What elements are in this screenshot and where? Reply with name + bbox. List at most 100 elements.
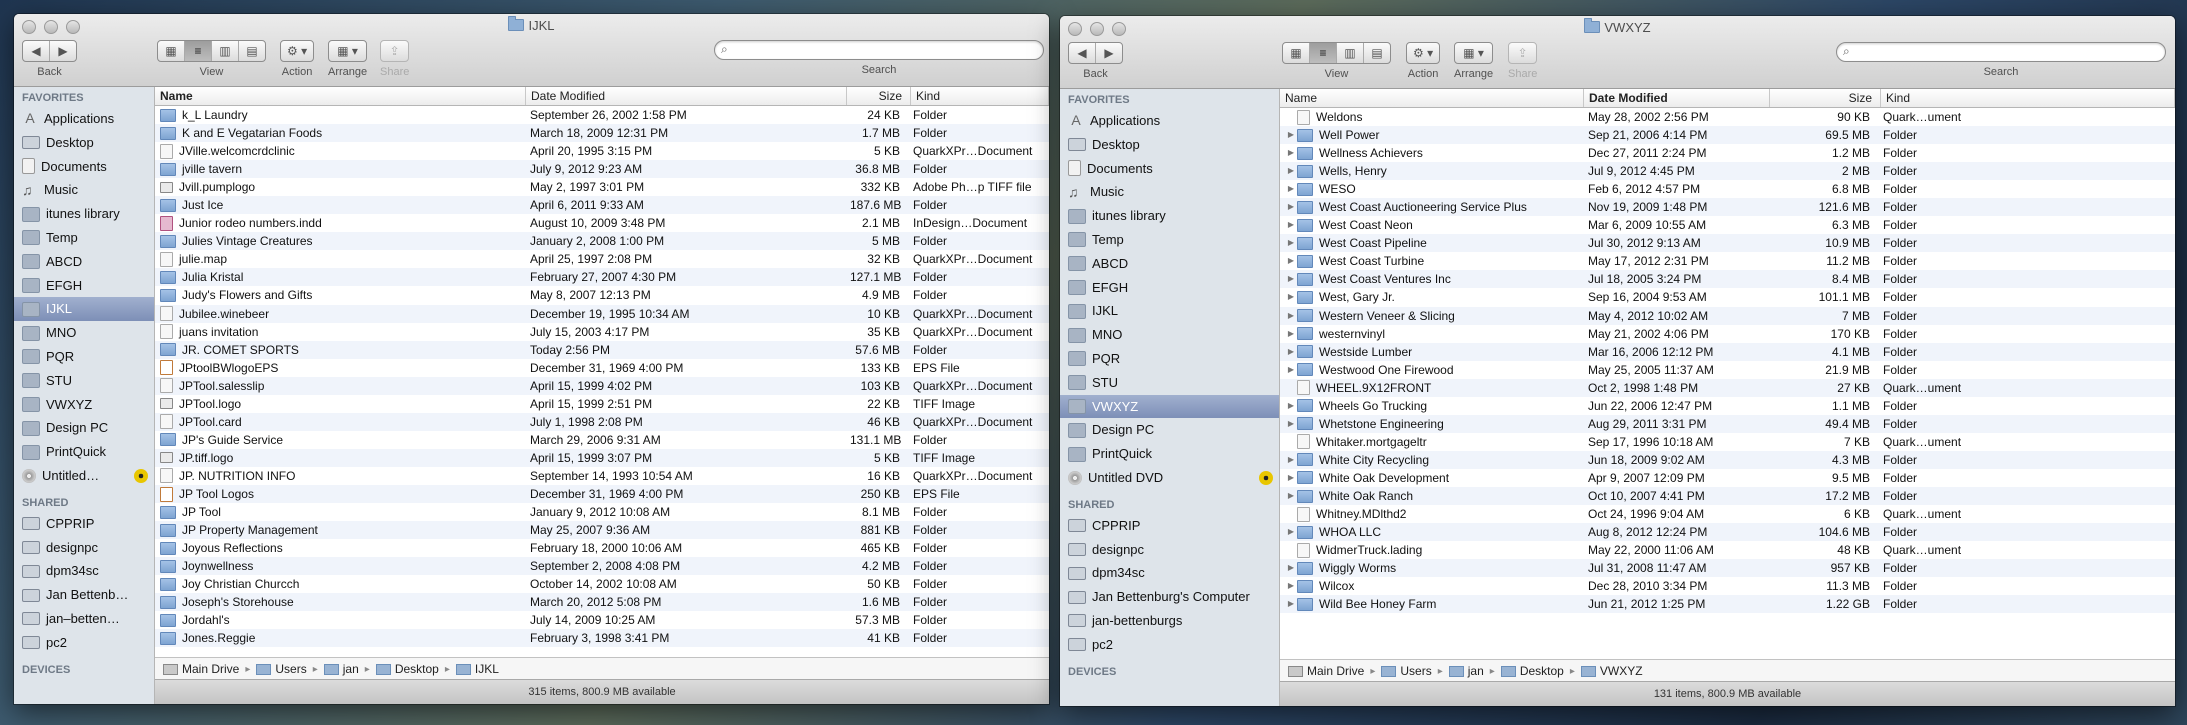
- table-row[interactable]: juans invitation July 15, 2003 4:17 PM 35 …: [155, 323, 1049, 341]
- table-row[interactable]: ▶ Wheels Go Trucking Jun 22, 2006 12:47 PM…: [1280, 397, 2175, 415]
- sidebar-item[interactable]: PrintQuick: [1060, 442, 1279, 466]
- action-button[interactable]: ⚙ ▾: [1406, 42, 1441, 64]
- column-view-icon[interactable]: ▥: [1337, 43, 1364, 63]
- arrange-button[interactable]: ▦ ▾: [1454, 42, 1494, 64]
- table-row[interactable]: ▶ White Oak Ranch Oct 10, 2007 4:41 PM 17.2…: [1280, 486, 2175, 506]
- disclosure-triangle-icon[interactable]: ▶: [1285, 126, 1297, 144]
- table-row[interactable]: Joynwellness September 2, 2008 4:08 PM 4.2…: [155, 557, 1049, 576]
- table-row[interactable]: Weldons May 28, 2002 2:56 PM 90 KB Quark…um…: [1280, 108, 2175, 126]
- table-row[interactable]: Whitney.MDlthd2 Oct 24, 1996 9:04 AM 6 KB Q…: [1280, 505, 2175, 523]
- table-row[interactable]: ▶ West Coast Pipeline Jul 30, 2012 9:13 AM…: [1280, 234, 2175, 253]
- disclosure-triangle-icon[interactable]: ▶: [1285, 559, 1297, 577]
- sidebar-item[interactable]: ABCD: [1060, 252, 1279, 276]
- sidebar-item[interactable]: A Applications: [1060, 109, 1279, 133]
- sidebar-item[interactable]: A Applications: [14, 107, 154, 131]
- table-row[interactable]: JPTool.logo April 15, 1999 2:51 PM 22 KB TI…: [155, 395, 1049, 413]
- search-input[interactable]: ⌕: [1836, 42, 2166, 62]
- size-column-header[interactable]: Size: [1770, 89, 1881, 107]
- table-row[interactable]: Junior rodeo numbers.indd August 10, 2009…: [155, 214, 1049, 232]
- table-row[interactable]: ▶ Westwood One Firewood May 25, 2005 11:37…: [1280, 361, 2175, 379]
- table-row[interactable]: ▶ West Coast Auctioneering Service Plus No…: [1280, 198, 2175, 217]
- disclosure-triangle-icon[interactable]: ▶: [1285, 469, 1297, 487]
- table-row[interactable]: ▶ Wild Bee Honey Farm Jun 21, 2012 1:25 PM…: [1280, 595, 2175, 614]
- sidebar-item[interactable]: PrintQuick: [14, 440, 154, 464]
- table-row[interactable]: ▶ West Coast Neon Mar 6, 2009 10:55 AM 6.3 …: [1280, 216, 2175, 234]
- table-row[interactable]: JPTool.salesslip April 15, 1999 4:02 PM 10…: [155, 376, 1049, 395]
- sidebar-item[interactable]: VWXYZ: [14, 393, 154, 417]
- list-view-icon[interactable]: ≡: [185, 41, 212, 61]
- sidebar-item[interactable]: pc2: [14, 631, 154, 655]
- sidebar-item[interactable]: Untitled…: [14, 464, 154, 488]
- sidebar-item[interactable]: MNO: [14, 321, 154, 345]
- table-row[interactable]: ▶ Well Power Sep 21, 2006 4:14 PM 69.5 MB Fo…: [1280, 126, 2175, 145]
- sidebar-item[interactable]: EFGH: [1060, 276, 1279, 300]
- breadcrumb-item[interactable]: Users ▸: [1381, 664, 1448, 678]
- coverflow-view-icon[interactable]: ▤: [1364, 43, 1390, 63]
- table-row[interactable]: JP Tool Logos December 31, 1969 4:00 PM 25…: [155, 484, 1049, 504]
- sidebar-item[interactable]: ♫ Music: [1060, 180, 1279, 204]
- back-arrow-icon[interactable]: ◀: [23, 41, 50, 61]
- table-row[interactable]: Whitaker.mortgageltr Sep 17, 1996 10:18 A…: [1280, 433, 2175, 451]
- table-row[interactable]: ▶ Wilcox Dec 28, 2010 3:34 PM 11.3 MB Folder: [1280, 577, 2175, 595]
- sidebar-item[interactable]: IJKL: [14, 297, 154, 322]
- disclosure-triangle-icon[interactable]: ▶: [1285, 415, 1297, 433]
- sidebar-item[interactable]: MNO: [1060, 323, 1279, 347]
- breadcrumb-item[interactable]: Main Drive ▸: [1288, 664, 1381, 678]
- kind-column-header[interactable]: Kind: [1881, 89, 2175, 107]
- table-row[interactable]: ▶ Wells, Henry Jul 9, 2012 4:45 PM 2 MB Fold…: [1280, 162, 2175, 181]
- table-row[interactable]: ▶ WESO Feb 6, 2012 4:57 PM 6.8 MB Folder: [1280, 180, 2175, 198]
- size-column-header[interactable]: Size: [847, 87, 911, 105]
- table-row[interactable]: julie.map April 25, 1997 2:08 PM 32 KB Quar…: [155, 250, 1049, 268]
- action-button[interactable]: ⚙ ▾: [280, 40, 315, 62]
- table-row[interactable]: ▶ westernvinyl May 21, 2002 4:06 PM 170 KB F…: [1280, 325, 2175, 343]
- breadcrumb-item[interactable]: VWXYZ: [1580, 664, 1643, 678]
- icon-view-icon[interactable]: ▦: [158, 41, 185, 61]
- table-row[interactable]: Jvill.pumplogo May 2, 1997 3:01 PM 332 KB A…: [155, 178, 1049, 196]
- table-row[interactable]: Judy's Flowers and Gifts May 8, 2007 12:1…: [155, 286, 1049, 304]
- table-row[interactable]: JPtoolBWlogoEPS December 31, 1969 4:00 PM…: [155, 359, 1049, 377]
- table-row[interactable]: JP.tiff.logo April 15, 1999 3:07 PM 5 KB TI…: [155, 448, 1049, 467]
- table-row[interactable]: Julies Vintage Creatures January 2, 2008 …: [155, 232, 1049, 251]
- sidebar-item[interactable]: itunes library: [14, 202, 154, 226]
- disclosure-triangle-icon[interactable]: ▶: [1285, 361, 1297, 379]
- sidebar-item[interactable]: Documents: [14, 155, 154, 179]
- table-row[interactable]: ▶ West Coast Turbine May 17, 2012 2:31 PM 1…: [1280, 252, 2175, 270]
- sidebar-item[interactable]: itunes library: [1060, 204, 1279, 228]
- table-row[interactable]: Joy Christian Churcch October 14, 2002 10…: [155, 575, 1049, 593]
- sidebar-item[interactable]: dpm34sc: [1060, 561, 1279, 585]
- breadcrumb-item[interactable]: Main Drive ▸: [163, 662, 256, 676]
- sidebar-item[interactable]: designpc: [1060, 538, 1279, 562]
- disclosure-triangle-icon[interactable]: ▶: [1285, 397, 1297, 415]
- table-row[interactable]: JP's Guide Service March 29, 2006 9:31 AM…: [155, 431, 1049, 449]
- name-column-header[interactable]: Name: [155, 87, 526, 105]
- table-row[interactable]: ▶ Western Veneer & Slicing May 4, 2012 10:…: [1280, 306, 2175, 325]
- disclosure-triangle-icon[interactable]: ▶: [1285, 487, 1297, 505]
- sidebar-item[interactable]: Desktop: [1060, 133, 1279, 157]
- table-row[interactable]: Jubilee.winebeer December 19, 1995 10:34 …: [155, 304, 1049, 323]
- icon-view-icon[interactable]: ▦: [1283, 43, 1310, 63]
- sidebar-item[interactable]: Jan Bettenburg's Computer: [1060, 585, 1279, 609]
- disclosure-triangle-icon[interactable]: ▶: [1285, 451, 1297, 469]
- forward-arrow-icon[interactable]: ▶: [1096, 43, 1122, 63]
- table-row[interactable]: ▶ WHOA LLC Aug 8, 2012 12:24 PM 104.6 MB Fol…: [1280, 523, 2175, 542]
- table-row[interactable]: ▶ White Oak Development Apr 9, 2007 12:09 …: [1280, 469, 2175, 487]
- sidebar-item[interactable]: ABCD: [14, 250, 154, 274]
- sidebar-item[interactable]: Untitled DVD: [1060, 466, 1279, 490]
- table-row[interactable]: WidmerTruck.lading May 22, 2000 11:06 AM 4…: [1280, 541, 2175, 559]
- disclosure-triangle-icon[interactable]: ▶: [1285, 162, 1297, 180]
- table-row[interactable]: JP Property Management May 25, 2007 9:36 …: [155, 521, 1049, 540]
- list-view-icon[interactable]: ≡: [1310, 43, 1337, 63]
- breadcrumb-item[interactable]: Desktop ▸: [375, 662, 456, 676]
- disclosure-triangle-icon[interactable]: ▶: [1285, 180, 1297, 198]
- sidebar-item[interactable]: Jan Bettenb…: [14, 583, 154, 607]
- share-button[interactable]: ⇪: [1508, 42, 1538, 64]
- table-row[interactable]: JP Tool January 9, 2012 10:08 AM 8.1 MB Fol…: [155, 503, 1049, 521]
- breadcrumb-item[interactable]: jan ▸: [1448, 664, 1501, 678]
- table-row[interactable]: Joseph's Storehouse March 20, 2012 5:08 P…: [155, 593, 1049, 612]
- sidebar-item[interactable]: Design PC: [14, 416, 154, 440]
- sidebar-item[interactable]: pc2: [1060, 633, 1279, 657]
- breadcrumb-item[interactable]: Desktop ▸: [1500, 664, 1581, 678]
- sidebar-item[interactable]: Desktop: [14, 131, 154, 155]
- disclosure-triangle-icon[interactable]: ▶: [1285, 325, 1297, 343]
- sidebar-item[interactable]: PQR: [1060, 347, 1279, 371]
